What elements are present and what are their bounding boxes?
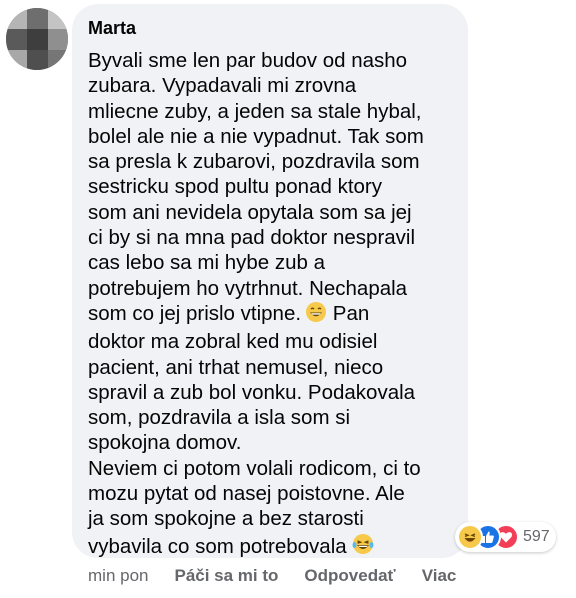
avatar[interactable] xyxy=(6,8,68,70)
comment-line: zubara. Vypadavali mi zrovna xyxy=(88,74,357,98)
comment-line: sa presla k zubarovi, pozdravila som xyxy=(88,150,420,174)
comment-line: mliecne zuby, a jeden sa stale hybal, xyxy=(88,99,422,123)
comment-line: ci by si na mna pad doktor nespravil xyxy=(88,226,416,250)
comment-line: Neviem ci potom volali rodicom, ci to xyxy=(88,456,421,480)
comment-line-text: Pan xyxy=(332,301,370,325)
comment-actions: min pon Páči sa mi to Odpovedať Viac xyxy=(88,566,482,586)
comment-text: Byvali sme len par budov od nasho zubara… xyxy=(88,48,460,562)
tears-of-joy-emoji xyxy=(351,532,375,562)
comment-line-text: vybavila co som potrebovala xyxy=(88,534,347,558)
grinning-face-emoji xyxy=(305,301,327,329)
like-button[interactable]: Páči sa mi to xyxy=(174,566,278,586)
avatar-image xyxy=(6,8,68,70)
comment-timestamp[interactable]: min pon xyxy=(88,566,148,586)
reply-button[interactable]: Odpovedať xyxy=(304,566,395,586)
comment-line-text: som co jej prislo vtipne. xyxy=(88,301,302,325)
comment-line: ja som spokojne a bez starosti xyxy=(88,507,364,531)
comment-line: pacient, ani trhat nemusel, nieco xyxy=(88,355,384,379)
more-button[interactable]: Viac xyxy=(422,566,457,586)
reaction-count: 597 xyxy=(523,528,550,545)
comment-line: som co jej prislo vtipne. Pan xyxy=(88,301,460,329)
comment: Marta Byvali sme len par budov od nasho … xyxy=(0,0,576,598)
comment-bubble: Marta Byvali sme len par budov od nasho … xyxy=(72,4,468,558)
comment-line: spravil a zub bol vonku. Podakovala xyxy=(88,380,416,404)
comment-line: spokojna domov. xyxy=(88,431,242,455)
comment-line: som, pozdravila a isla som si xyxy=(88,406,351,430)
comment-line: mozu pytat od nasej poistovne. Ale xyxy=(88,482,405,506)
comment-line: Byvali sme len par budov od nasho xyxy=(88,49,408,72)
comment-author[interactable]: Marta xyxy=(88,18,136,39)
comment-line: som ani nevidela opytala som sa jej xyxy=(88,200,412,224)
comment-line: doktor ma zobral ked mu odisiel xyxy=(88,330,378,354)
haha-reaction-icon xyxy=(457,524,483,550)
comment-line: sestricku spod pultu ponad ktory xyxy=(88,175,382,199)
comment-line: bolel ale nie a nie vypadnut. Tak som xyxy=(88,124,424,148)
comment-line: potrebujem ho vytrhnut. Nechapala xyxy=(88,276,408,300)
comment-line: cas lebo sa mi hybe zub a xyxy=(88,251,326,275)
comment-line: vybavila co som potrebovala xyxy=(88,532,460,562)
reactions-summary[interactable]: 597 xyxy=(455,522,556,552)
